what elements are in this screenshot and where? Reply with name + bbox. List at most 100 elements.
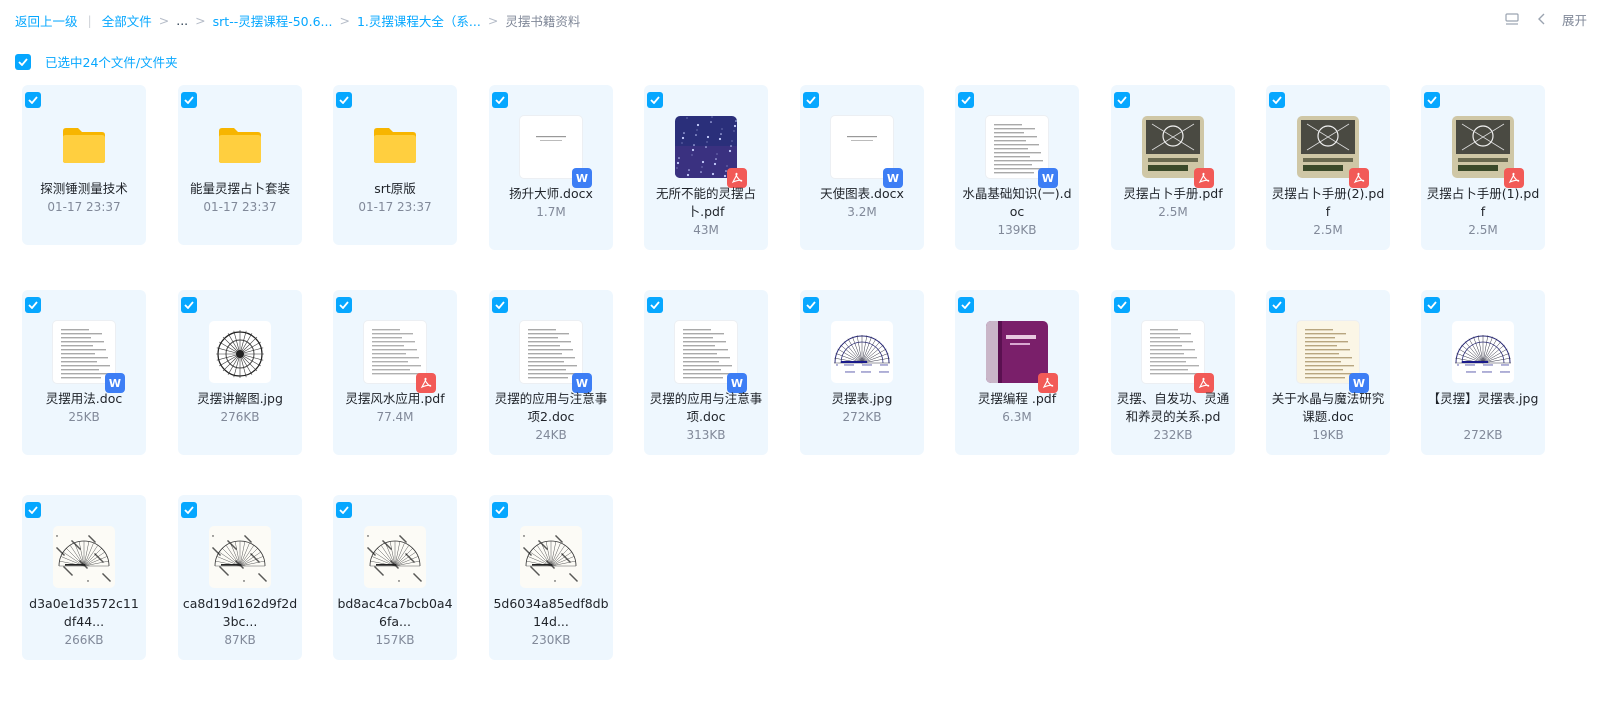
file-card[interactable]: 5d6034a85edf8db14d... 230KB bbox=[489, 495, 613, 660]
file-meta: 24KB bbox=[535, 428, 567, 442]
file-name[interactable]: 灵摆用法.doc bbox=[26, 390, 142, 408]
file-card[interactable]: W 水晶基础知识(一).doc 139KB bbox=[955, 85, 1079, 250]
item-checkbox[interactable] bbox=[336, 502, 352, 518]
file-card[interactable]: 灵摆风水应用.pdf 77.4M bbox=[333, 290, 457, 455]
file-card[interactable]: W 灵摆用法.doc 25KB bbox=[22, 290, 146, 455]
file-name[interactable]: 灵摆风水应用.pdf bbox=[337, 390, 453, 408]
file-card[interactable]: d3a0e1d3572c11df44... 266KB bbox=[22, 495, 146, 660]
item-checkbox[interactable] bbox=[958, 297, 974, 313]
folder-card[interactable]: srt原版 01-17 23:37 bbox=[333, 85, 457, 245]
breadcrumb-level1[interactable]: srt--灵摆课程-50.6... bbox=[213, 11, 333, 30]
file-name[interactable]: 关于水晶与魔法研究课题.doc bbox=[1270, 390, 1386, 426]
file-name[interactable]: 天使图表.docx bbox=[804, 185, 920, 203]
item-checkbox[interactable] bbox=[1269, 92, 1285, 108]
file-card[interactable]: 灵摆占卜手册.pdf 2.5M bbox=[1111, 85, 1235, 250]
folder-card[interactable]: 能量灵摆占卜套装 01-17 23:37 bbox=[178, 85, 302, 245]
folder-card[interactable]: 探测锤测量技术 01-17 23:37 bbox=[22, 85, 146, 245]
item-checkbox[interactable] bbox=[1269, 297, 1285, 313]
file-name[interactable]: 扬升大师.docx bbox=[493, 185, 609, 203]
item-checkbox[interactable] bbox=[181, 297, 197, 313]
file-card[interactable]: 灵摆占卜手册(2).pdf 2.5M bbox=[1266, 85, 1390, 250]
file-thumbnail: W bbox=[986, 116, 1058, 188]
file-name[interactable]: 水晶基础知识(一).doc bbox=[959, 185, 1075, 221]
file-name[interactable]: 灵摆编程 .pdf bbox=[959, 390, 1075, 408]
item-checkbox[interactable] bbox=[336, 297, 352, 313]
file-name[interactable]: srt原版 bbox=[337, 180, 453, 198]
file-name[interactable]: 灵摆表.jpg bbox=[804, 390, 920, 408]
file-thumbnail bbox=[675, 116, 747, 188]
image-thumbnail bbox=[364, 526, 428, 590]
file-card[interactable]: 【灵摆】灵摆表.jpg 272KB bbox=[1421, 290, 1545, 455]
item-checkbox[interactable] bbox=[647, 92, 663, 108]
expand-button[interactable]: 展开 bbox=[1562, 10, 1587, 29]
item-checkbox[interactable] bbox=[1114, 297, 1130, 313]
chevron-right-icon: > bbox=[195, 13, 206, 28]
item-checkbox[interactable] bbox=[647, 297, 663, 313]
item-checkbox[interactable] bbox=[1424, 297, 1440, 313]
back-link[interactable]: 返回上一级 bbox=[15, 11, 78, 30]
file-card[interactable]: W 灵摆的应用与注意事项2.doc 24KB bbox=[489, 290, 613, 455]
item-checkbox[interactable] bbox=[181, 92, 197, 108]
file-card[interactable]: W 扬升大师.docx 1.7M bbox=[489, 85, 613, 250]
file-card[interactable]: 灵摆表.jpg 272KB bbox=[800, 290, 924, 455]
breadcrumb-level2[interactable]: 1.灵摆课程大全（系... bbox=[357, 11, 481, 30]
file-card[interactable]: 灵摆讲解图.jpg 276KB bbox=[178, 290, 302, 455]
item-checkbox[interactable] bbox=[803, 297, 819, 313]
item-checkbox[interactable] bbox=[25, 92, 41, 108]
file-name[interactable]: 灵摆的应用与注意事项.doc bbox=[648, 390, 764, 426]
select-all-checkbox[interactable] bbox=[15, 53, 31, 70]
file-meta: 43M bbox=[693, 223, 719, 237]
file-meta: 157KB bbox=[375, 633, 415, 647]
file-thumbnail: W bbox=[53, 321, 125, 393]
file-card[interactable]: W 灵摆的应用与注意事项.doc 313KB bbox=[644, 290, 768, 455]
item-checkbox[interactable] bbox=[958, 92, 974, 108]
folder-icon bbox=[217, 125, 263, 165]
file-card[interactable]: W 关于水晶与魔法研究课题.doc 19KB bbox=[1266, 290, 1390, 455]
item-checkbox[interactable] bbox=[492, 92, 508, 108]
file-name[interactable]: 【灵摆】灵摆表.jpg bbox=[1425, 390, 1541, 408]
file-name[interactable]: 探测锤测量技术 bbox=[26, 180, 142, 198]
file-name[interactable]: 灵摆的应用与注意事项2.doc bbox=[493, 390, 609, 426]
item-checkbox[interactable] bbox=[1424, 92, 1440, 108]
file-card[interactable]: 无所不能的灵摆占卜.pdf 43M bbox=[644, 85, 768, 250]
file-name[interactable]: 灵摆占卜手册(2).pdf bbox=[1270, 185, 1386, 221]
file-card[interactable]: 灵摆编程 .pdf 6.3M bbox=[955, 290, 1079, 455]
file-name[interactable]: 5d6034a85edf8db14d... bbox=[493, 595, 609, 631]
file-meta: 313KB bbox=[686, 428, 726, 442]
file-name[interactable]: bd8ac4ca7bcb0a46fa... bbox=[337, 595, 453, 631]
breadcrumb-ellipsis[interactable]: ... bbox=[176, 13, 188, 28]
item-checkbox[interactable] bbox=[1114, 92, 1130, 108]
breadcrumb-all-files[interactable]: 全部文件 bbox=[102, 11, 152, 30]
item-checkbox[interactable] bbox=[25, 502, 41, 518]
view-toggle-icon[interactable] bbox=[1502, 9, 1522, 29]
item-checkbox[interactable] bbox=[492, 502, 508, 518]
item-checkbox[interactable] bbox=[25, 297, 41, 313]
item-checkbox[interactable] bbox=[803, 92, 819, 108]
image-thumbnail bbox=[831, 321, 895, 385]
file-name[interactable]: 灵摆占卜手册(1).pdf bbox=[1425, 185, 1541, 221]
item-checkbox[interactable] bbox=[492, 297, 508, 313]
item-checkbox[interactable] bbox=[181, 502, 197, 518]
file-card[interactable]: W 天使图表.docx 3.2M bbox=[800, 85, 924, 250]
file-name[interactable]: 无所不能的灵摆占卜.pdf bbox=[648, 185, 764, 221]
file-meta: 6.3M bbox=[1002, 410, 1032, 424]
file-name[interactable]: 灵摆讲解图.jpg bbox=[182, 390, 298, 408]
file-name[interactable]: ca8d19d162d9f2d3bc... bbox=[182, 595, 298, 631]
item-checkbox[interactable] bbox=[336, 92, 352, 108]
folder-icon bbox=[61, 125, 107, 165]
file-name[interactable]: 灵摆、自发功、灵通和养灵的关系.pd bbox=[1115, 390, 1231, 426]
image-thumbnail bbox=[209, 321, 273, 385]
chevron-left-icon[interactable] bbox=[1532, 9, 1552, 29]
file-name[interactable]: d3a0e1d3572c11df44... bbox=[26, 595, 142, 631]
file-card[interactable]: ca8d19d162d9f2d3bc... 87KB bbox=[178, 495, 302, 660]
file-meta: 01-17 23:37 bbox=[47, 200, 121, 214]
chevron-right-icon: > bbox=[158, 13, 170, 28]
file-card[interactable]: 灵摆占卜手册(1).pdf 2.5M bbox=[1421, 85, 1545, 250]
file-card[interactable]: 灵摆、自发功、灵通和养灵的关系.pd 232KB bbox=[1111, 290, 1235, 455]
file-name[interactable]: 灵摆占卜手册.pdf bbox=[1115, 185, 1231, 203]
file-meta: 2.5M bbox=[1468, 223, 1498, 237]
file-card[interactable]: bd8ac4ca7bcb0a46fa... 157KB bbox=[333, 495, 457, 660]
file-meta: 139KB bbox=[997, 223, 1037, 237]
image-thumbnail bbox=[520, 526, 584, 590]
file-name[interactable]: 能量灵摆占卜套装 bbox=[182, 180, 298, 198]
